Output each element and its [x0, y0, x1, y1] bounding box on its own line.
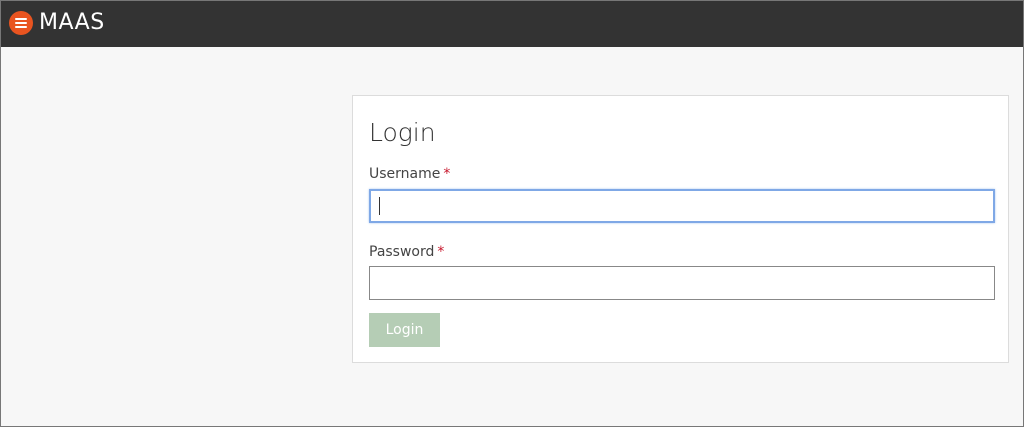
username-required-marker: *	[443, 166, 451, 182]
password-label: Password *	[369, 244, 444, 260]
login-title: Login	[369, 118, 436, 147]
password-input[interactable]	[369, 266, 995, 300]
password-required-marker: *	[437, 244, 445, 260]
username-label: Username *	[369, 166, 450, 182]
top-navigation-bar: MAAS	[1, 1, 1023, 47]
username-label-text: Username	[369, 166, 441, 182]
login-button[interactable]: Login	[369, 313, 440, 347]
text-caret	[379, 197, 380, 215]
password-label-text: Password	[369, 244, 435, 260]
username-input[interactable]	[369, 189, 995, 223]
login-card: Login Username * Password * Login	[352, 95, 1009, 363]
brand-name[interactable]: MAAS	[39, 10, 105, 35]
maas-logo-icon[interactable]	[9, 11, 33, 35]
